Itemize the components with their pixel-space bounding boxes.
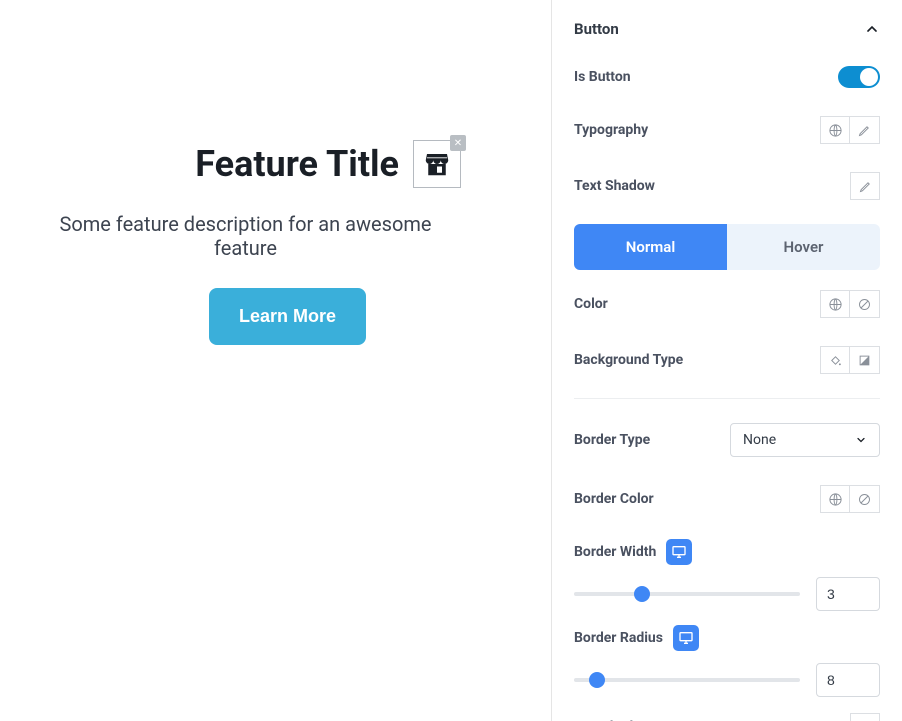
responsive-desktop-icon[interactable] — [666, 539, 692, 565]
state-tabs: Normal Hover — [574, 224, 880, 270]
gradient-icon[interactable] — [850, 346, 880, 374]
border-width-label: Border Width — [574, 544, 656, 560]
tab-normal[interactable]: Normal — [574, 224, 727, 270]
row-is-button: Is Button — [574, 52, 880, 102]
feature-title-row: Feature Title ✕ — [195, 140, 461, 188]
color-swatch-icon[interactable] — [850, 290, 880, 318]
is-button-label: Is Button — [574, 69, 631, 85]
is-button-toggle[interactable] — [838, 66, 880, 88]
storefront-icon — [422, 149, 452, 179]
border-radius-input[interactable] — [816, 663, 880, 697]
feature-description: Some feature description for an awesome … — [30, 212, 461, 260]
border-radius-slider[interactable] — [574, 678, 800, 682]
border-type-select[interactable]: None — [730, 423, 880, 457]
feature-icon-box[interactable]: ✕ — [413, 140, 461, 188]
border-radius-label: Border Radius — [574, 630, 663, 646]
chevron-up-icon — [864, 21, 880, 37]
row-border-radius: Border Radius — [574, 613, 880, 699]
slider-thumb[interactable] — [634, 586, 650, 602]
globe-icon[interactable] — [820, 485, 850, 513]
close-icon[interactable]: ✕ — [450, 135, 466, 151]
tab-hover[interactable]: Hover — [727, 224, 880, 270]
border-type-value: None — [743, 432, 776, 448]
row-border-type: Border Type None — [574, 409, 880, 471]
pencil-icon[interactable] — [850, 713, 880, 721]
border-width-slider[interactable] — [574, 592, 800, 596]
row-typography: Typography — [574, 102, 880, 158]
globe-icon[interactable] — [820, 116, 850, 144]
paint-bucket-icon[interactable] — [820, 346, 850, 374]
background-type-label: Background Type — [574, 352, 683, 368]
globe-icon[interactable] — [820, 290, 850, 318]
section-title: Button — [574, 20, 619, 38]
row-color: Color — [574, 276, 880, 332]
typography-label: Typography — [574, 122, 648, 138]
responsive-desktop-icon[interactable] — [673, 625, 699, 651]
text-shadow-label: Text Shadow — [574, 178, 655, 194]
divider — [574, 398, 880, 399]
feature-title: Feature Title — [195, 143, 399, 185]
pencil-icon[interactable] — [850, 172, 880, 200]
row-border-width: Border Width — [574, 527, 880, 613]
slider-thumb[interactable] — [589, 672, 605, 688]
row-border-color: Border Color — [574, 471, 880, 527]
border-type-label: Border Type — [574, 432, 650, 448]
pencil-icon[interactable] — [850, 116, 880, 144]
row-box-shadow: Box Shadow — [574, 699, 880, 721]
border-color-label: Border Color — [574, 491, 654, 507]
section-header[interactable]: Button — [574, 14, 880, 52]
color-swatch-icon[interactable] — [850, 485, 880, 513]
row-text-shadow: Text Shadow — [574, 158, 880, 214]
chevron-down-icon — [855, 434, 867, 446]
style-panel: Button Is Button Typography Text Shadow … — [552, 0, 902, 721]
learn-more-button[interactable]: Learn More — [209, 288, 366, 345]
border-width-input[interactable] — [816, 577, 880, 611]
color-label: Color — [574, 296, 608, 312]
preview-canvas: Feature Title ✕ Some feature description… — [0, 0, 552, 721]
row-background-type: Background Type — [574, 332, 880, 388]
